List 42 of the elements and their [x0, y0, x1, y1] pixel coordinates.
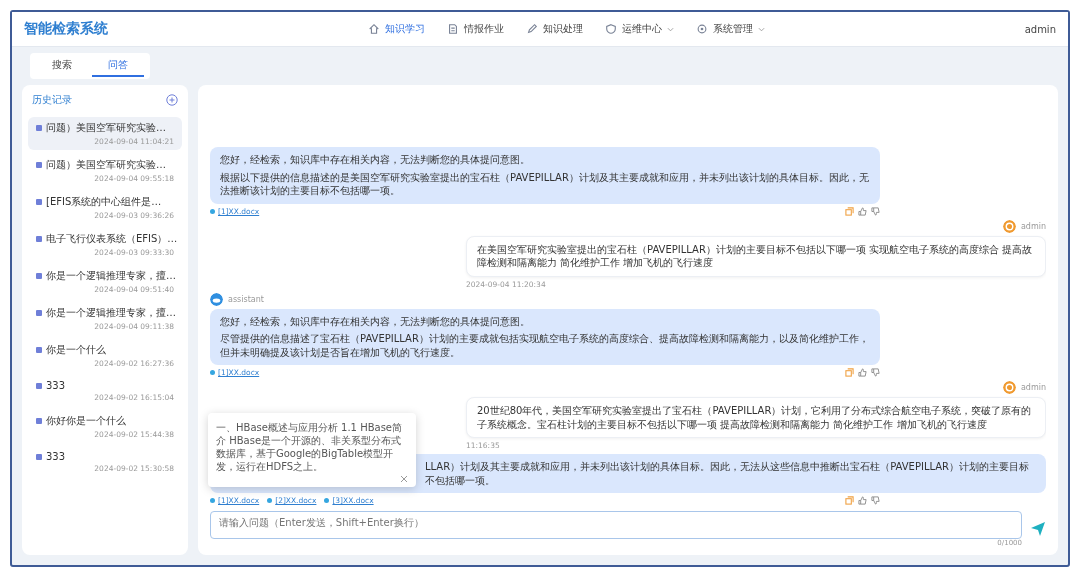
history-title: 历史记录 — [32, 93, 72, 107]
shield-icon — [604, 23, 617, 35]
app-title: 智能检索系统 — [24, 20, 108, 38]
question-input[interactable]: 请输入问题（Enter发送，Shift+Enter换行） — [210, 511, 1022, 539]
answer-text: 您好，经检索，知识库中存在相关内容，无法判断您的具体提问意图。 — [220, 314, 531, 328]
assistant-avatar-icon — [210, 292, 223, 306]
answer-text: 尽管提供的信息描述了宝石柱（PAVEPILLAR）计划的主要成就包括实现航空电子系统的高度综合、提高故障检测和隔离能力，以及简化维护工作，但并未明确提及该计划是否旨在增加飞机的飞行速度。 — [220, 332, 870, 359]
thumbs-up-icon[interactable] — [858, 206, 867, 216]
thumbs-down-icon[interactable] — [871, 368, 880, 377]
answer-text: LLAR）计划及其主要成就和应用，并未列出该计划的具体目标。因此，无法从这些信息中推断出宝石柱（PAVEPILLAR）计划的主要目标不包括哪一项。 — [425, 460, 1031, 487]
answer-text: 根据以下提供的信息描述的是美国空军研究实验室提出的宝石柱（PAVEPILLAR）计划及其主要成就和应用，并未列出该计划的具体目标。因此，无法推断该计划的主要目标不包括哪一项。 — [220, 170, 870, 198]
nav-item[interactable]: 系统管理 — [695, 20, 765, 38]
answer-text: 您好，经检索，知识库中存在相关内容，无法判断您的具体提问意图。 — [220, 153, 531, 167]
question-bubble: 在美国空军研究实验室提出的宝石柱（PAVEPILLAR）计划的主要目标不包括以下哪一项 实现航空电子系统的高度综合 提高故障检测和隔离能力 简化维护工作 增加飞机的飞行速度 — [466, 235, 1046, 277]
nav-item[interactable]: 知识学习 — [367, 20, 425, 38]
question-bubble: 20世纪80年代，美国空军研究实验室提出了宝石柱（PAVEPILLAR）计划，它利用了分布式综合航空电子系统，突破了原有的子系统概念。宝石柱计划的主要目标不包括以下哪一项 提高故障检测和隔离能力 简化维护工作 增加飞机的飞行速度 — [466, 397, 1046, 438]
mode-tab[interactable]: 搜索 — [36, 55, 88, 77]
document-icon — [446, 23, 459, 35]
pen-icon — [525, 23, 538, 35]
nav-item[interactable]: 情报作业 — [446, 20, 504, 38]
copy-icon[interactable] — [845, 496, 854, 505]
thumbs-up-icon[interactable] — [858, 368, 867, 377]
nav-item[interactable]: 知识处理 — [525, 20, 583, 38]
thumbs-down-icon[interactable] — [871, 496, 880, 505]
add-icon[interactable] — [166, 94, 178, 106]
copy-icon[interactable] — [845, 206, 854, 216]
reference-text: 一、HBase概述与应用分析 1.1 HBase简介 HBase是一个开源的、非关系型分布式数据库，基于Google的BigTable模型开发，运行在HDFS之上。 — [216, 421, 403, 473]
mode-tab[interactable]: 问答 — [92, 55, 144, 77]
user-menu[interactable]: admin — [1024, 23, 1056, 35]
sender-name: assistant — [228, 294, 264, 304]
copy-icon[interactable] — [845, 368, 854, 377]
home-icon — [367, 23, 380, 35]
thumbs-down-icon[interactable] — [871, 206, 880, 216]
close-icon[interactable] — [400, 475, 408, 483]
send-button[interactable] — [1030, 521, 1046, 537]
sender-name: admin — [1020, 383, 1046, 392]
user-avatar-icon — [1002, 219, 1016, 233]
thumbs-up-icon[interactable] — [858, 496, 867, 505]
nav-item[interactable]: 运维中心 — [604, 20, 674, 38]
settings-icon — [695, 23, 708, 35]
user-avatar-icon — [1002, 381, 1016, 394]
sender-name: admin — [1020, 221, 1046, 231]
